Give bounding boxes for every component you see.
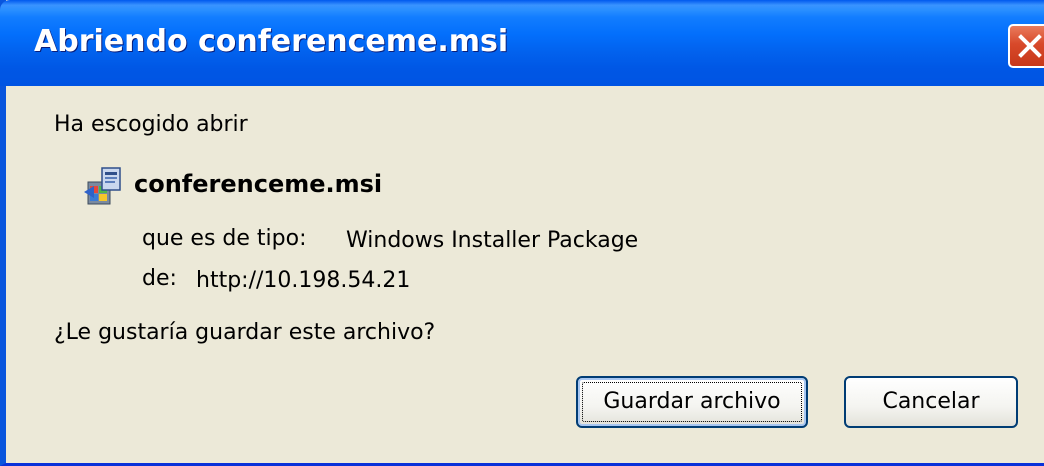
save-file-button[interactable]: Guardar archivo: [576, 376, 808, 428]
cancel-button-label: Cancelar: [882, 389, 980, 414]
focus-ring: [582, 382, 802, 422]
download-dialog-window: Abriendo conferenceme.msi Ha escogido ab…: [0, 0, 1044, 466]
title-bar[interactable]: Abriendo conferenceme.msi: [0, 0, 1044, 86]
window-title: Abriendo conferenceme.msi: [34, 24, 509, 59]
intro-text: Ha escogido abrir: [54, 112, 248, 137]
save-question: ¿Le gustaría guardar este archivo?: [54, 320, 436, 345]
close-button[interactable]: [1008, 24, 1044, 68]
type-label: que es de tipo:: [142, 226, 307, 251]
dialog-body: Ha escogido abrir conferenceme.msi que e…: [6, 86, 1044, 463]
type-value: Windows Installer Package: [346, 228, 639, 253]
file-name: conferenceme.msi: [134, 170, 383, 198]
from-value: http://10.198.54.21: [196, 268, 411, 293]
cancel-button[interactable]: Cancelar: [844, 376, 1018, 428]
from-label: de:: [142, 266, 177, 291]
windows-installer-package-icon: [82, 162, 126, 206]
close-icon: [1018, 34, 1042, 58]
